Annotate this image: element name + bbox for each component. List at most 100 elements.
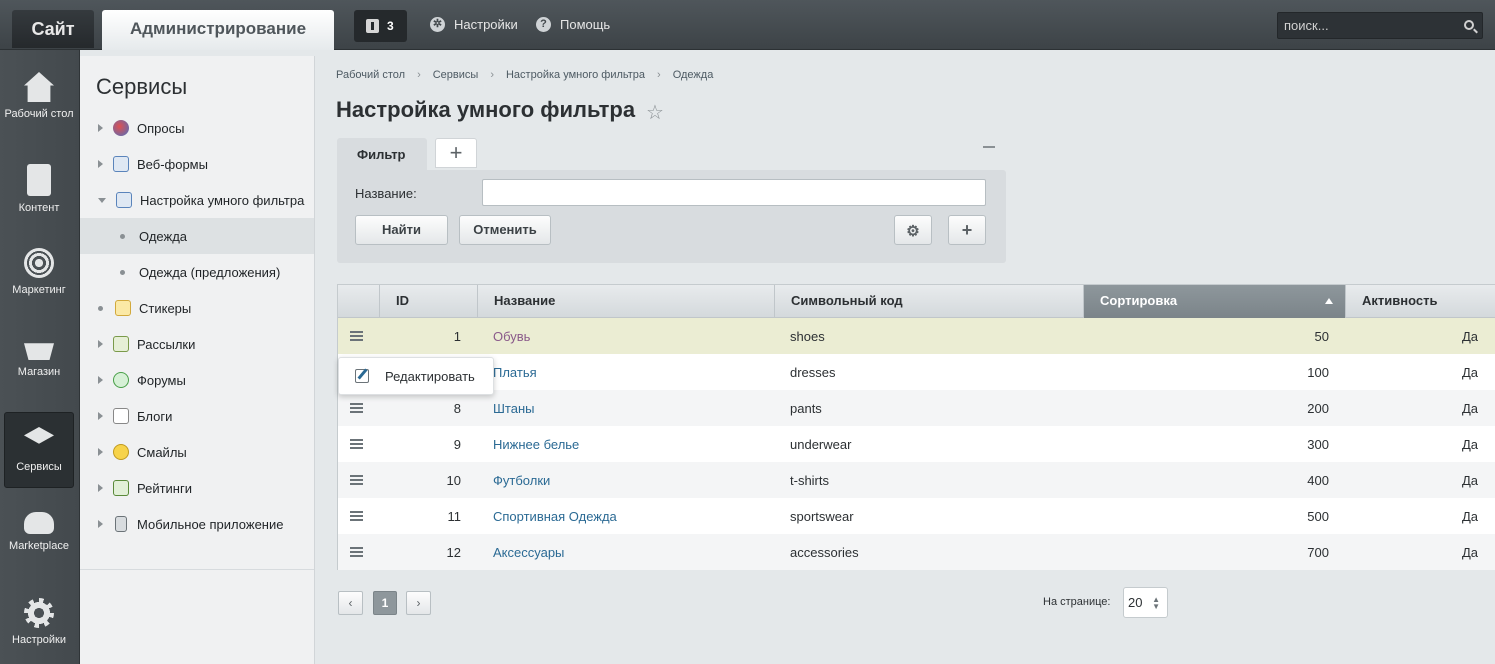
column-header-id[interactable]: ID — [379, 285, 477, 318]
table-row[interactable]: 11 Спортивная Одежда sportswear 500 Да — [338, 498, 1495, 534]
name-filter-input[interactable] — [482, 179, 986, 206]
menu-marketing[interactable]: Маркетинг — [4, 248, 74, 296]
add-filter-tab-button[interactable]: + — [435, 138, 477, 168]
layers-icon — [24, 427, 54, 444]
cell-id: 1 — [453, 329, 461, 344]
settings-link[interactable]: ✲ Настройки — [430, 17, 518, 32]
services-item-blogs[interactable]: Блоги — [80, 398, 314, 434]
services-item-ratings[interactable]: Рейтинги — [80, 470, 314, 506]
document-icon — [27, 164, 51, 196]
table-row[interactable]: 1 Обувь shoes 50 Да — [338, 318, 1495, 354]
cell-name-link[interactable]: Нижнее белье — [493, 437, 579, 452]
notifications-button[interactable]: 3 — [354, 10, 407, 42]
table-row[interactable]: 10 Футболки t-shirts 400 Да — [338, 462, 1495, 498]
expand-arrow-icon[interactable] — [98, 448, 103, 456]
menu-services[interactable]: Сервисы — [4, 412, 74, 488]
find-button[interactable]: Найти — [355, 215, 448, 245]
notification-icon — [366, 19, 379, 33]
cell-name-link[interactable]: Обувь — [493, 329, 530, 344]
row-context-menu: Редактировать — [338, 357, 494, 395]
breadcrumb-item[interactable]: Рабочий стол — [336, 69, 405, 81]
cell-code: sportswear — [790, 509, 854, 524]
menu-shop-label: Магазин — [17, 366, 61, 378]
expand-arrow-icon[interactable] — [98, 484, 103, 492]
expand-arrow-icon[interactable] — [98, 340, 103, 348]
cell-name-link[interactable]: Аксессуары — [493, 545, 564, 560]
table-row[interactable]: Платья dresses 100 Да — [338, 354, 1495, 390]
expand-arrow-icon[interactable] — [98, 520, 103, 528]
expand-arrow-icon[interactable] — [98, 124, 103, 132]
services-item-clothes[interactable]: Одежда — [80, 218, 314, 254]
administration-button[interactable]: Администрирование — [102, 10, 334, 50]
row-menu-icon[interactable] — [350, 439, 363, 449]
column-header-name[interactable]: Название — [477, 285, 774, 318]
gear-icon: ✲ — [430, 17, 445, 32]
filter-tab[interactable]: Фильтр — [337, 138, 427, 170]
services-title: Сервисы — [96, 74, 188, 99]
column-header-code[interactable]: Символьный код — [774, 285, 1083, 318]
menu-content-label: Контент — [18, 202, 60, 214]
menu-marketing-label: Маркетинг — [12, 284, 66, 296]
notifications-count: 3 — [387, 19, 394, 33]
cell-name-link[interactable]: Платья — [493, 365, 537, 380]
breadcrumb-item[interactable]: Сервисы — [433, 69, 479, 81]
prev-page-button[interactable]: ‹ — [338, 591, 363, 615]
cell-active: Да — [1461, 509, 1478, 524]
services-item-mailing[interactable]: Рассылки — [80, 326, 314, 362]
favorite-star-icon[interactable]: ☆ — [646, 100, 664, 125]
services-item-smiles[interactable]: Смайлы — [80, 434, 314, 470]
site-button[interactable]: Сайт — [12, 10, 94, 48]
add-filter-field-button[interactable]: + — [948, 215, 986, 245]
row-menu-icon[interactable] — [350, 511, 363, 521]
menu-content[interactable]: Контент — [4, 164, 74, 214]
services-item-forums[interactable]: Форумы — [80, 362, 314, 398]
menu-shop[interactable]: Магазин — [4, 336, 74, 378]
per-page-select[interactable]: 20 ▲ ▼ — [1123, 587, 1168, 618]
cell-name-link[interactable]: Штаны — [493, 401, 534, 416]
table-row[interactable]: 8 Штаны pants 200 Да — [338, 390, 1495, 426]
page-1-button[interactable]: 1 — [373, 591, 397, 615]
row-menu-icon[interactable] — [350, 475, 363, 485]
expand-arrow-icon[interactable] — [98, 412, 103, 420]
edit-menu-item[interactable]: Редактировать — [385, 369, 475, 384]
help-link[interactable]: ? Помощь — [536, 17, 610, 32]
cell-code: pants — [790, 401, 822, 416]
minimize-filter-icon[interactable] — [983, 146, 995, 148]
cell-name-link[interactable]: Спортивная Одежда — [493, 509, 617, 524]
collapse-arrow-icon[interactable] — [98, 197, 106, 203]
expand-arrow-icon[interactable] — [98, 376, 103, 384]
search-input[interactable] — [1278, 13, 1458, 38]
cell-sort: 500 — [1307, 509, 1329, 524]
row-menu-icon[interactable] — [350, 547, 363, 557]
sort-ascending-icon — [1325, 298, 1333, 304]
cell-active: Да — [1461, 473, 1478, 488]
cell-id: 11 — [447, 509, 462, 524]
services-item-mobile-app[interactable]: Мобильное приложение — [80, 506, 314, 542]
next-page-button[interactable]: › — [406, 591, 431, 615]
services-item-webforms[interactable]: Веб-формы — [80, 146, 314, 182]
column-header-sort[interactable]: Сортировка — [1083, 285, 1345, 318]
filter-settings-button[interactable]: ⚙ — [894, 215, 932, 245]
breadcrumb-item[interactable]: Одежда — [673, 69, 714, 81]
services-item-stickers[interactable]: Стикеры — [80, 290, 314, 326]
menu-marketplace[interactable]: Marketplace — [4, 512, 74, 552]
row-menu-icon[interactable] — [350, 403, 363, 413]
row-menu-icon[interactable] — [350, 331, 363, 341]
menu-settings[interactable]: Настройки — [4, 598, 74, 646]
column-header-active[interactable]: Активность — [1345, 285, 1495, 318]
search-icon[interactable] — [1464, 20, 1474, 30]
services-item-clothes-offers[interactable]: Одежда (предложения) — [80, 254, 314, 290]
expand-arrow-icon[interactable] — [98, 160, 103, 168]
data-table: ID Название Символьный код Сортировка Ак… — [337, 284, 1495, 570]
services-item-label: Стикеры — [139, 300, 192, 316]
cell-code: accessories — [790, 545, 859, 560]
table-row[interactable]: 9 Нижнее белье underwear 300 Да — [338, 426, 1495, 462]
cell-sort: 100 — [1307, 365, 1329, 380]
services-item-smart-filter[interactable]: Настройка умного фильтра — [80, 182, 314, 218]
cancel-button[interactable]: Отменить — [459, 215, 551, 245]
cell-name-link[interactable]: Футболки — [493, 473, 550, 488]
services-item-polls[interactable]: Опросы — [80, 110, 314, 146]
menu-desktop[interactable]: Рабочий стол — [4, 72, 74, 120]
table-row[interactable]: 12 Аксессуары accessories 700 Да — [338, 534, 1495, 570]
breadcrumb-item[interactable]: Настройка умного фильтра — [506, 69, 645, 81]
